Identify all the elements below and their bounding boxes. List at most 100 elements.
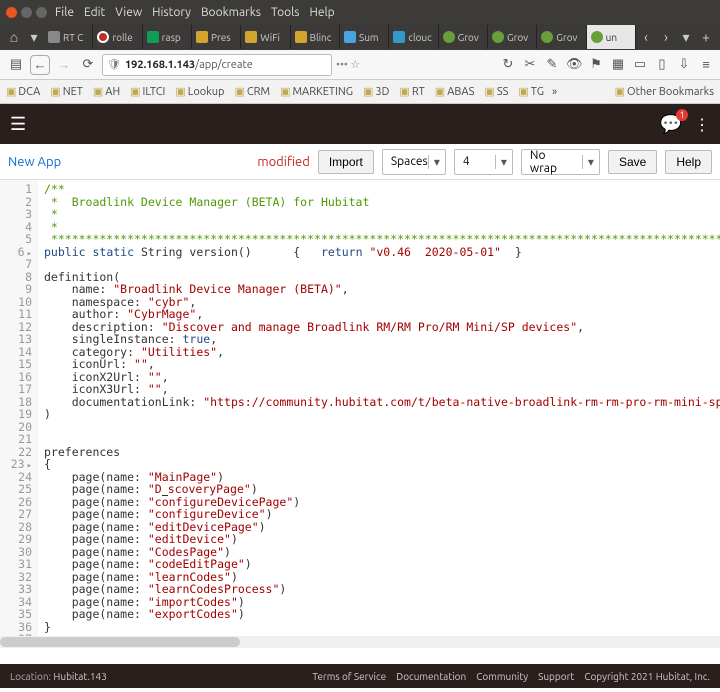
tab-scroll-right-icon[interactable]: › [656, 29, 676, 45]
editor-code[interactable]: /** * Broadlink Device Manager (BETA) fo… [38, 180, 720, 636]
maximize-button[interactable] [36, 7, 47, 18]
bookmark-3d[interactable]: ▣3D [363, 85, 389, 98]
menu-file[interactable]: File [55, 6, 74, 19]
horizontal-scrollbar[interactable] [0, 636, 720, 648]
folder-icon: ▣ [50, 85, 60, 98]
code-editor[interactable]: 1234567891011121314151617181920212223242… [0, 180, 720, 636]
bookmark-ah[interactable]: ▣AH [93, 85, 120, 98]
favicon-icon [591, 31, 603, 43]
menu-view[interactable]: View [115, 6, 142, 19]
browser-tab[interactable]: Grov [488, 25, 537, 49]
favicon-icon [492, 31, 504, 43]
footer-link[interactable]: Community [476, 671, 528, 682]
bookmark-ss[interactable]: ▣SS [484, 85, 508, 98]
reload2-icon[interactable]: ↻ [500, 57, 516, 73]
browser-tab[interactable]: Grov [439, 25, 488, 49]
tab-label: Blinc [310, 32, 332, 43]
scrollbar-thumb[interactable] [0, 637, 240, 647]
menu-edit[interactable]: Edit [84, 6, 105, 19]
tab-label: rasp [162, 32, 181, 43]
menu-tools[interactable]: Tools [271, 6, 300, 19]
tab-label: WiFi [260, 32, 280, 43]
bookmark-tg[interactable]: ▣TG [518, 85, 544, 98]
home-icon[interactable]: ⌂ [4, 29, 24, 45]
back-button[interactable]: ← [30, 55, 50, 75]
new-tab-icon[interactable]: + [696, 29, 716, 45]
tab-label: Grov [458, 32, 479, 43]
chevron-down-icon[interactable]: ▾ [24, 29, 44, 46]
browser-tab[interactable]: Sum [340, 25, 389, 49]
url-host: 192.168.1.143 [125, 59, 195, 71]
bookmark-rt[interactable]: ▣RT [399, 85, 424, 98]
tab-mode-select[interactable]: Spaces▾ [382, 149, 446, 175]
eye-icon[interactable]: 👁 [566, 57, 582, 73]
notification-badge: 1 [676, 109, 688, 121]
browser-tab[interactable]: Grov [537, 25, 586, 49]
bookmark-lookup[interactable]: ▣Lookup [175, 85, 224, 98]
kebab-icon[interactable]: ⋮ [694, 115, 710, 134]
browser-tab[interactable]: Pres [192, 25, 241, 49]
minimize-button[interactable] [21, 7, 32, 18]
bookmark-net[interactable]: ▣NET [50, 85, 83, 98]
cut-icon[interactable]: ✂ [522, 57, 538, 73]
other-bookmarks[interactable]: ▣Other Bookmarks [615, 85, 714, 98]
chevron-down-icon: ▾ [582, 155, 599, 169]
wrap-select[interactable]: No wrap▾ [521, 149, 600, 175]
bookmark-iltci[interactable]: ▣ILTCI [130, 85, 165, 98]
tab-scroll-left-icon[interactable]: ‹ [636, 29, 656, 45]
bookmark-abas[interactable]: ▣ABAS [435, 85, 475, 98]
page-icon[interactable]: ▯ [654, 57, 670, 73]
tab-list-icon[interactable]: ▾ [676, 29, 696, 46]
folder-icon: ▣ [175, 85, 185, 98]
new-app-link[interactable]: New App [8, 155, 61, 169]
folder-icon: ▣ [93, 85, 103, 98]
import-button[interactable]: Import [318, 150, 374, 174]
folder-icon: ▣ [518, 85, 528, 98]
book-icon[interactable]: ▭ [632, 57, 648, 73]
bookmark-marketing[interactable]: ▣MARKETING [280, 85, 353, 98]
sidebar-toggle-icon[interactable]: ▤ [6, 55, 26, 75]
hamburger-icon[interactable]: ☰ [10, 114, 26, 135]
bookmarks-more[interactable]: » [552, 86, 557, 98]
indent-select[interactable]: 4▾ [454, 149, 513, 175]
menu-help[interactable]: Help [310, 6, 335, 19]
save-button[interactable]: Save [608, 150, 657, 174]
flag-icon[interactable]: ⚑ [588, 57, 604, 73]
favicon-icon [443, 31, 455, 43]
browser-tab[interactable]: WiFi [241, 25, 290, 49]
grid-icon[interactable]: ▦ [610, 57, 626, 73]
bookmark-crm[interactable]: ▣CRM [235, 85, 271, 98]
menu-bookmarks[interactable]: Bookmarks [201, 6, 261, 19]
browser-tab[interactable]: un [587, 25, 636, 49]
footer-link[interactable]: Terms of Service [312, 671, 386, 682]
folder-icon: ▣ [130, 85, 140, 98]
browser-tab[interactable]: rasp [143, 25, 192, 49]
footer-link[interactable]: Documentation [396, 671, 466, 682]
favicon-icon [541, 31, 553, 43]
wand-icon[interactable]: ✎ [544, 57, 560, 73]
browser-tab[interactable]: clouc [389, 25, 438, 49]
browser-tab[interactable]: rolle [93, 25, 142, 49]
tab-label: Grov [556, 32, 577, 43]
close-button[interactable] [6, 7, 17, 18]
bookmark-dca[interactable]: ▣DCA [6, 85, 40, 98]
menu-history[interactable]: History [152, 6, 191, 19]
url-field[interactable]: 🛡 192.168.1.143/app/create [102, 54, 332, 76]
favicon-icon [344, 31, 356, 43]
favicon-icon [295, 31, 307, 43]
help-button[interactable]: Help [665, 150, 712, 174]
chat-icon[interactable]: 💬1 [660, 114, 682, 135]
favicon-icon [196, 31, 208, 43]
menu-icon[interactable]: ≡ [698, 57, 714, 73]
folder-icon: ▣ [235, 85, 245, 98]
footer-link[interactable]: Support [538, 671, 574, 682]
reload-icon[interactable]: ⟳ [78, 55, 98, 75]
browser-tab[interactable]: Blinc [291, 25, 340, 49]
url-bar: ▤ ← → ⟳ 🛡 192.168.1.143/app/create ••• ☆… [0, 50, 720, 80]
browser-tab[interactable]: RT C [44, 25, 93, 49]
favicon-icon [147, 31, 159, 43]
shield-icon: 🛡 [107, 58, 121, 71]
download-icon[interactable]: ⇩ [676, 57, 692, 73]
folder-icon: ▣ [615, 85, 625, 98]
forward-button[interactable]: → [54, 55, 74, 75]
